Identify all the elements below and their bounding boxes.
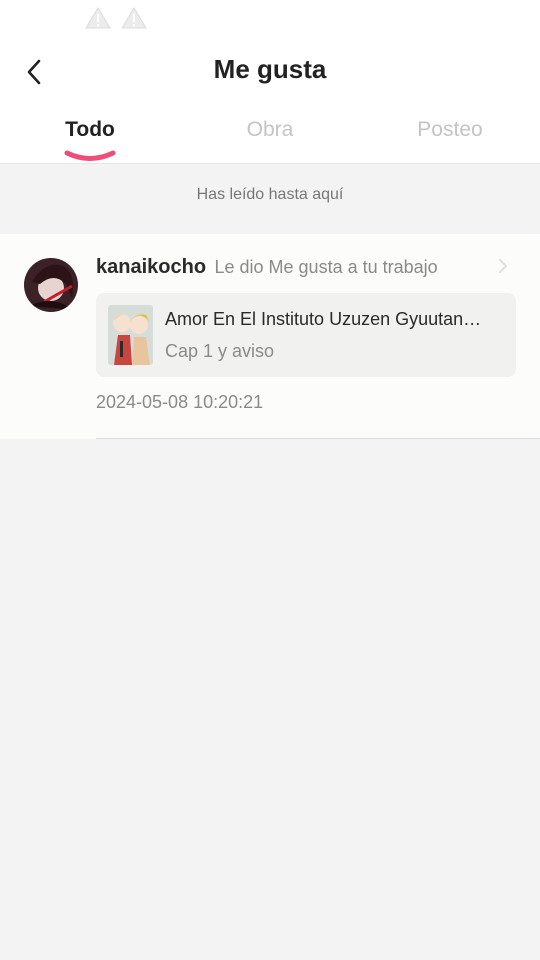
action-text: Le dio Me gusta a tu trabajo: [214, 257, 438, 277]
divider: [96, 438, 540, 439]
tab-posteo[interactable]: Posteo: [360, 118, 540, 142]
work-cover-thumbnail: [108, 305, 153, 365]
tab-todo[interactable]: Todo: [0, 118, 180, 142]
work-subtitle: Cap 1 y aviso: [165, 341, 275, 361]
notification-item[interactable]: kanaikocho Le dio Me gusta a tu trabajo …: [0, 234, 540, 439]
username[interactable]: kanaikocho: [96, 256, 206, 278]
timestamp: 2024-05-08 10:20:21: [96, 392, 264, 412]
chevron-right-icon[interactable]: [496, 258, 510, 274]
header: Me gusta Todo Obra Posteo: [0, 40, 540, 164]
active-tab-indicator: [64, 150, 116, 161]
read-marker: Has leído hasta aquí: [196, 186, 344, 203]
warning-icon: [121, 7, 147, 29]
page-title: Me gusta: [213, 54, 327, 84]
work-title: Amor En El Instituto Uzuzen Gyuutan…: [165, 309, 482, 329]
avatar[interactable]: [24, 258, 78, 312]
tab-obra[interactable]: Obra: [180, 118, 360, 142]
warning-icon: [85, 7, 111, 29]
notification-text: kanaikocho Le dio Me gusta a tu trabajo: [96, 256, 438, 279]
liked-work-card[interactable]: Amor En El Instituto Uzuzen Gyuutan… Cap…: [96, 293, 516, 377]
status-bar: [0, 0, 540, 40]
